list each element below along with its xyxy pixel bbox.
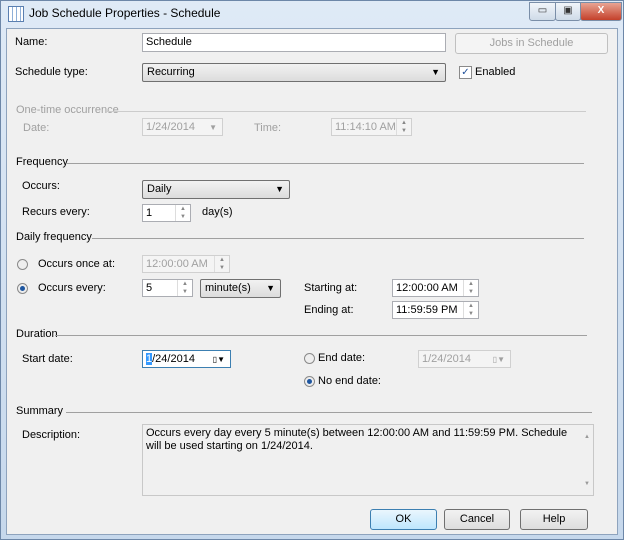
occurs-label: Occurs: (22, 180, 60, 192)
chevron-down-icon: ▼ (275, 184, 284, 194)
calendar-dropdown-icon: ▯▼ (492, 355, 505, 364)
occurs-every-radio[interactable] (17, 283, 28, 294)
calendar-dropdown-icon: ▯▼ (212, 355, 225, 364)
spinner-arrows-icon[interactable]: ▲ ▼ (175, 205, 190, 221)
spinner-arrows-icon[interactable]: ▲ ▼ (214, 256, 229, 272)
ending-at-spinner[interactable]: 11:59:59 PM ▲ ▼ (392, 301, 479, 319)
starting-at-spinner[interactable]: 12:00:00 AM ▲ ▼ (392, 279, 479, 297)
ok-button[interactable]: OK (370, 509, 437, 530)
section-title: One-time occurrence (16, 104, 119, 116)
help-button[interactable]: Help (520, 509, 588, 530)
once-time-value: 12:00:00 AM (146, 258, 208, 270)
start-time-value: 12:00:00 AM (396, 282, 458, 294)
minimize-button[interactable]: ▭ (529, 2, 556, 21)
start-date-picker[interactable]: 1/24/2014 ▯▼ (142, 350, 231, 368)
schedule-type-value: Recurring (147, 66, 195, 78)
frequency-section: Frequency (16, 156, 584, 168)
description-textarea[interactable]: Occurs every day every 5 minute(s) betwe… (142, 424, 594, 496)
schedule-type-select[interactable]: Recurring ▼ (142, 63, 446, 82)
enabled-checkbox[interactable]: ✓ (459, 66, 472, 79)
enabled-label: Enabled (475, 66, 516, 78)
unit-value: minute(s) (205, 282, 251, 294)
section-title: Duration (16, 328, 58, 340)
calendar-icon (8, 6, 24, 22)
end-time-value: 11:59:59 PM (396, 304, 458, 316)
spinner-arrows-icon[interactable]: ▲ ▼ (463, 280, 478, 296)
end-date-picker[interactable]: 1/24/2014 ▯▼ (418, 350, 511, 368)
occurs-value: Daily (147, 183, 172, 195)
days-unit-label: day(s) (202, 206, 233, 218)
one-time-date-picker[interactable]: 1/24/2014 ▼ (142, 118, 223, 136)
chevron-down-icon: ▼ (209, 123, 217, 132)
time-value: 11:14:10 AM (335, 121, 396, 133)
occurs-every-label: Occurs every: (38, 282, 106, 294)
one-time-section: One-time occurrence (16, 104, 586, 116)
daily-frequency-section: Daily frequency (16, 231, 584, 243)
summary-section: Summary (16, 405, 592, 417)
every-value: 5 (146, 282, 153, 294)
chevron-down-icon: ▼ (266, 283, 275, 293)
duration-section: Duration (16, 328, 587, 340)
date-value: 1/24/2014 (146, 121, 195, 133)
one-time-time-spinner[interactable]: 11:14:10 AM ▲ ▼ (331, 118, 412, 136)
jobs-in-schedule-button[interactable]: Jobs in Schedule (455, 33, 608, 54)
section-title: Summary (16, 405, 64, 417)
occurs-once-radio[interactable] (17, 259, 28, 270)
schedule-type-label: Schedule type: (15, 66, 88, 78)
ending-at-label: Ending at: (304, 304, 354, 316)
spinner-arrows-icon[interactable]: ▲ ▼ (396, 119, 411, 135)
start-date-value: /24/2014 (152, 353, 195, 365)
name-input[interactable]: Schedule (142, 33, 446, 52)
scroll-up-icon[interactable]: ▲ (584, 431, 590, 444)
start-date-label: Start date: (22, 353, 73, 365)
name-label: Name: (15, 36, 48, 48)
dialog-body: Name: Schedule Jobs in Schedule Schedule… (6, 28, 618, 535)
spinner-arrows-icon[interactable]: ▲ ▼ (177, 280, 192, 296)
spinner-arrows-icon[interactable]: ▲ ▼ (463, 302, 478, 318)
recurs-every-label: Recurs every: (22, 206, 90, 218)
chevron-down-icon: ▼ (431, 67, 440, 77)
cancel-button[interactable]: Cancel (444, 509, 510, 530)
no-end-date-label: No end date: (318, 375, 381, 387)
occurs-once-label: Occurs once at: (38, 258, 116, 270)
occurs-once-time-spinner[interactable]: 12:00:00 AM ▲ ▼ (142, 255, 230, 273)
window-title: Job Schedule Properties - Schedule (29, 6, 221, 20)
occurs-select[interactable]: Daily ▼ (142, 180, 290, 199)
close-button[interactable]: X (580, 2, 622, 21)
section-title: Frequency (16, 156, 68, 168)
recurs-every-spinner[interactable]: 1 ▲ ▼ (142, 204, 191, 222)
starting-at-label: Starting at: (304, 282, 358, 294)
section-title: Daily frequency (16, 231, 92, 243)
recurs-value: 1 (146, 207, 153, 219)
no-end-date-radio[interactable] (304, 376, 315, 387)
end-date-value: 1/24/2014 (422, 353, 471, 365)
end-date-label: End date: (318, 352, 366, 364)
maximize-button[interactable]: ▣ (555, 2, 581, 21)
date-label: Date: (23, 122, 50, 134)
description-label: Description: (22, 429, 81, 441)
interval-unit-select[interactable]: minute(s) ▼ (200, 279, 281, 298)
occurs-every-spinner[interactable]: 5 ▲ ▼ (142, 279, 193, 297)
end-date-radio[interactable] (304, 353, 315, 364)
scroll-down-icon[interactable]: ▼ (584, 478, 590, 491)
time-label: Time: (254, 122, 282, 134)
description-text: Occurs every day every 5 minute(s) betwe… (146, 427, 568, 452)
